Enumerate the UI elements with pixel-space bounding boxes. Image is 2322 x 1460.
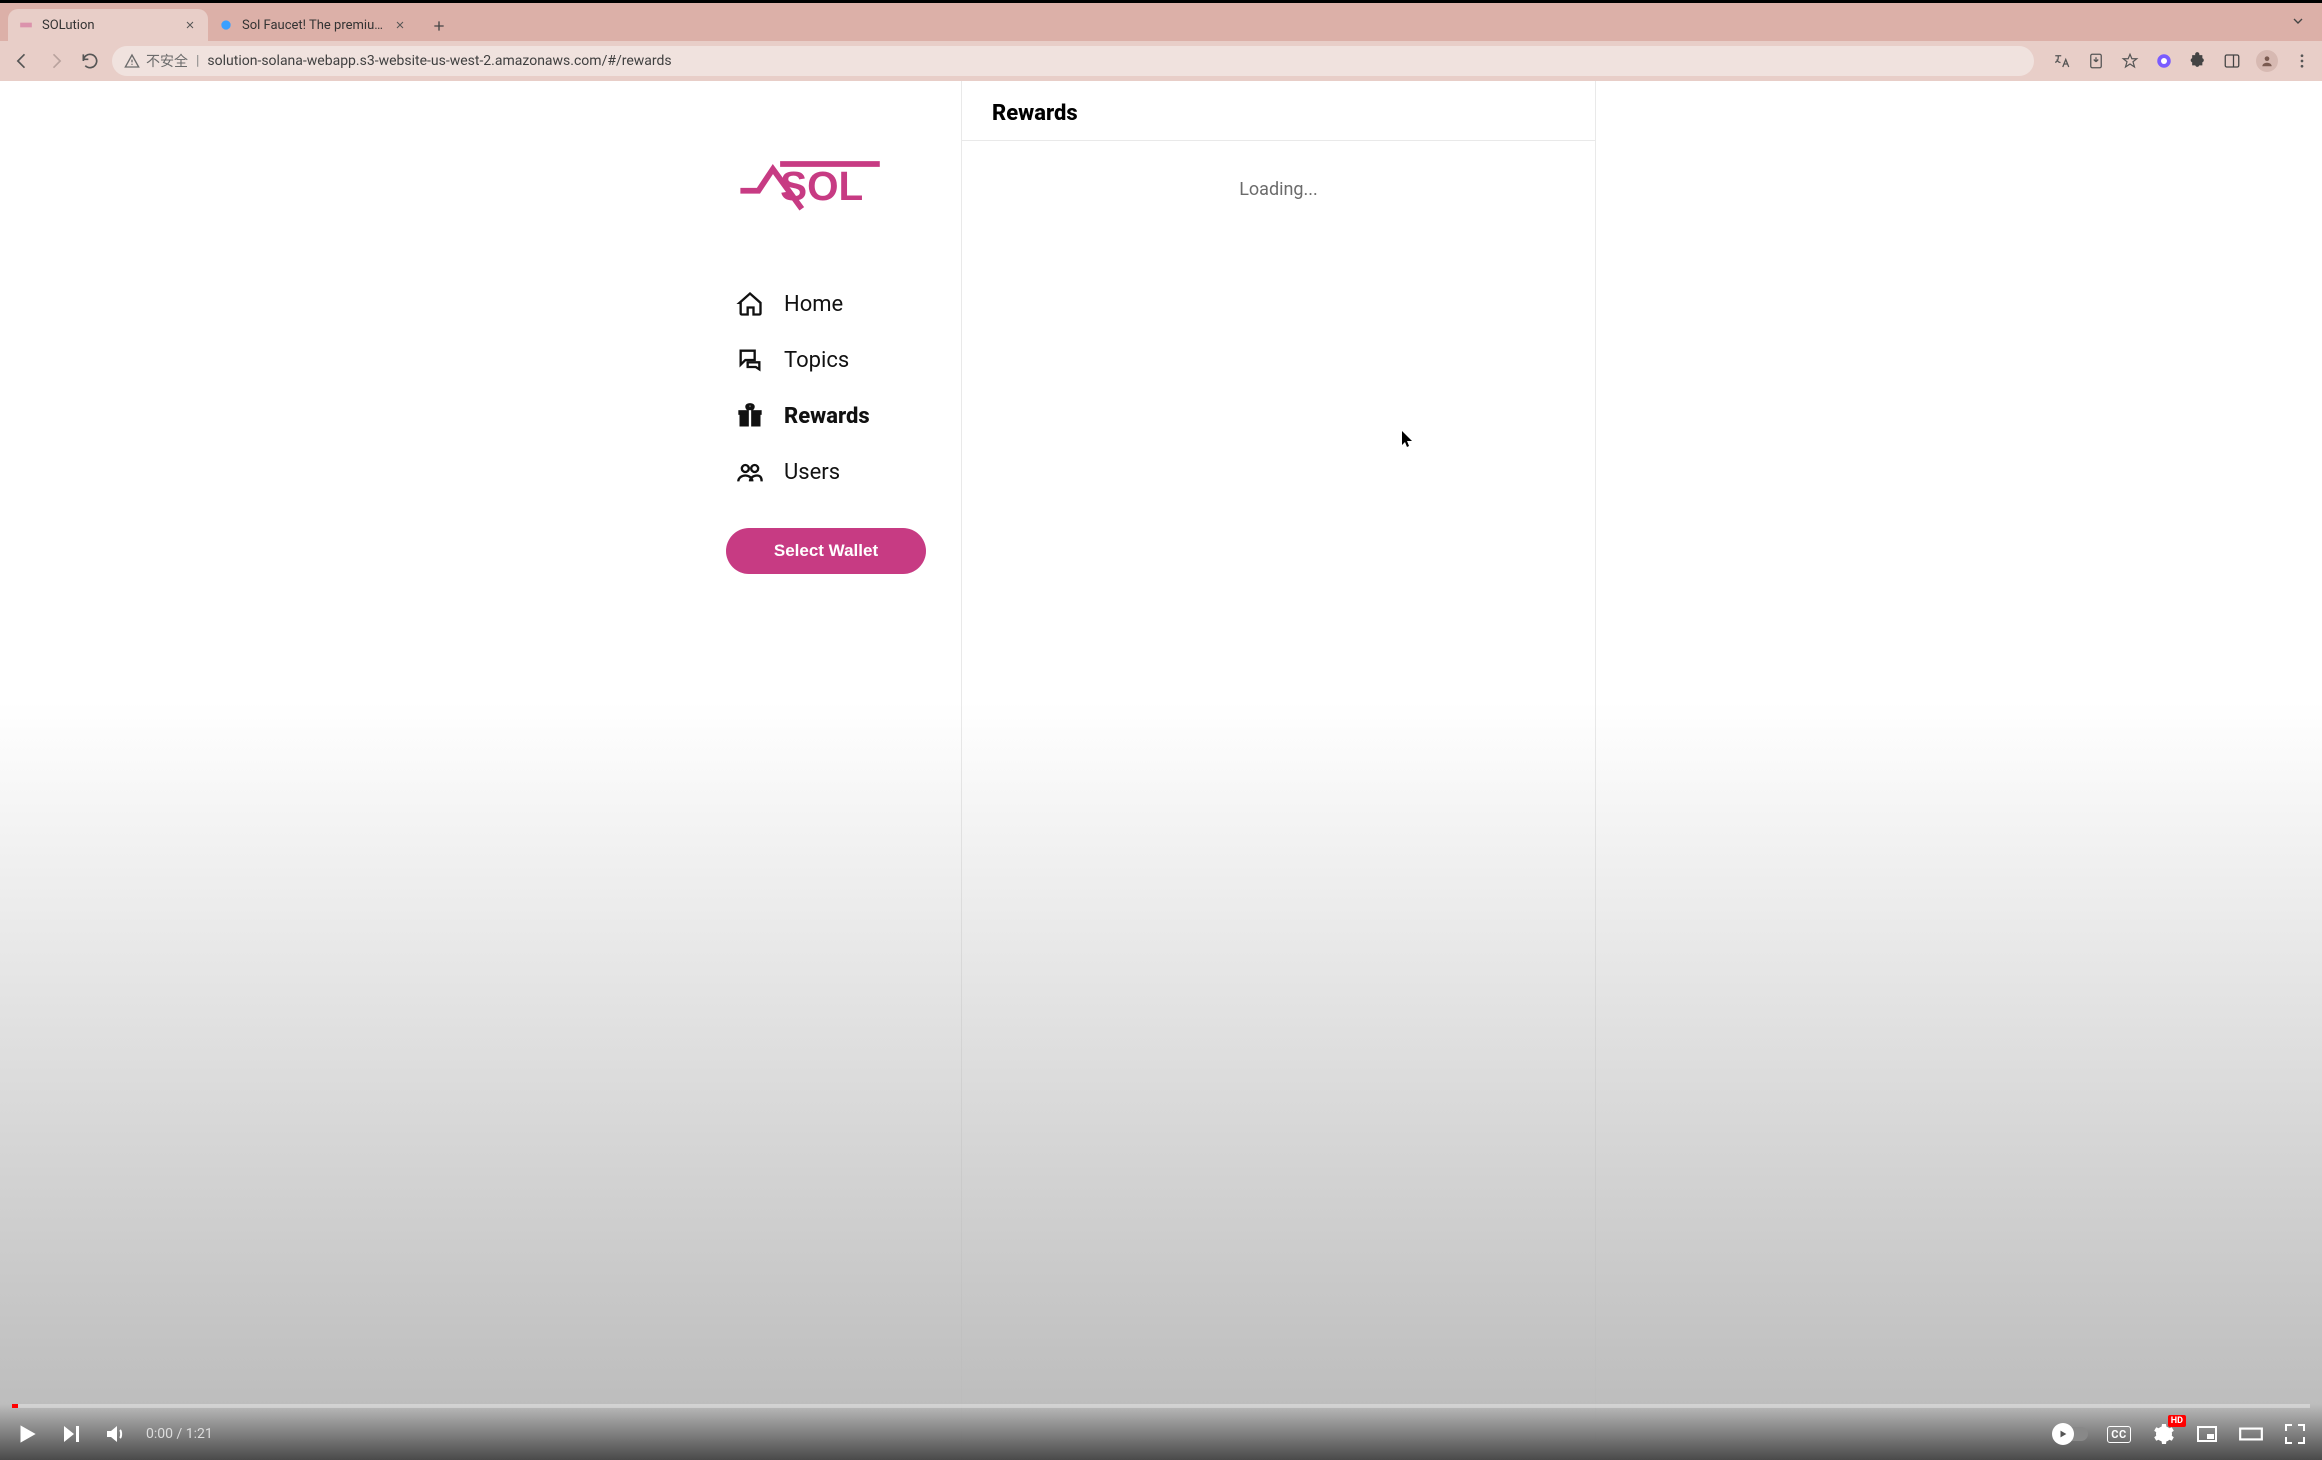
volume-icon[interactable] [102,1421,128,1447]
video-controls-right: CC HD [2054,1421,2308,1447]
main-panel: Rewards Loading... [961,81,1596,1460]
video-duration: 1:21 [186,1426,213,1442]
app-container: SOL Home Topics [726,81,1596,1460]
video-progress-bar[interactable] [12,1404,2310,1408]
tab-title: Sol Faucet! The premium Solan [242,18,384,33]
address-bar[interactable]: 不安全 | solution-solana-webapp.s3-website-… [112,46,2034,76]
close-icon[interactable] [182,17,198,33]
url-text: solution-solana-webapp.s3-website-us-wes… [207,53,2022,69]
insecure-label: 不安全 [146,51,188,71]
video-progress-fill [12,1404,18,1408]
video-current-time: 0:00 [146,1426,173,1442]
gift-icon [736,402,764,430]
logo-text: SOL [780,163,863,209]
users-icon [736,458,764,486]
sidebar-item-topics[interactable]: Topics [726,346,961,374]
kebab-menu-icon[interactable] [2292,51,2312,71]
page-title: Rewards [962,81,1595,141]
bookmark-icon[interactable] [2120,51,2140,71]
sidebar-nav: Home Topics Rewards [726,290,961,486]
sidebar-item-users[interactable]: Users [726,458,961,486]
sidebar-item-label: Rewards [784,404,870,429]
miniplayer-icon[interactable] [2194,1421,2220,1447]
toolbar-actions [2052,50,2312,72]
sidebar-item-label: Topics [784,348,849,373]
video-controls-row: 0:00 / 1:21 CC HD [0,1408,2322,1460]
browser-tab-strip: SOLution Sol Faucet! The premium Solan [0,3,2322,41]
page-viewport: SOL Home Topics [0,81,2322,1460]
autoplay-toggle[interactable] [2054,1427,2088,1441]
extensions-icon[interactable] [2188,51,2208,71]
hd-badge: HD [2168,1415,2186,1427]
fullscreen-icon[interactable] [2282,1421,2308,1447]
forward-button[interactable] [44,49,68,73]
profile-avatar[interactable] [2256,50,2278,72]
theater-mode-icon[interactable] [2238,1421,2264,1447]
chat-icon [736,346,764,374]
browser-toolbar: 不安全 | solution-solana-webapp.s3-website-… [0,41,2322,81]
tab-title: SOLution [42,18,174,33]
side-panel-icon[interactable] [2222,51,2242,71]
extension-circle-icon[interactable] [2154,51,2174,71]
back-button[interactable] [10,49,34,73]
captions-button[interactable]: CC [2106,1421,2132,1447]
browser-tab-inactive[interactable]: Sol Faucet! The premium Solan [208,9,418,41]
sidebar-item-label: Users [784,460,840,485]
autoplay-knob [2052,1423,2074,1445]
reload-button[interactable] [78,49,102,73]
sidebar-item-home[interactable]: Home [726,290,961,318]
home-icon [736,290,764,318]
tab-favicon [218,17,234,33]
tabs-overflow-button[interactable] [2290,13,2306,33]
sidebar-item-label: Home [784,292,843,317]
cc-label: CC [2107,1426,2130,1443]
loading-text: Loading... [962,179,1595,200]
app-logo[interactable]: SOL [726,151,961,220]
url-separator: | [196,53,199,69]
play-icon[interactable] [14,1421,40,1447]
new-tab-button[interactable] [424,11,454,41]
sidebar-item-rewards[interactable]: Rewards [726,402,961,430]
tab-favicon [18,17,34,33]
install-app-icon[interactable] [2086,51,2106,71]
close-icon[interactable] [392,17,408,33]
next-icon[interactable] [58,1421,84,1447]
video-controls: 0:00 / 1:21 CC HD [0,1404,2322,1460]
sidebar: SOL Home Topics [726,81,961,1460]
translate-icon[interactable] [2052,51,2072,71]
browser-tab-active[interactable]: SOLution [8,9,208,41]
time-separator: / [176,1426,185,1442]
video-time: 0:00 / 1:21 [146,1426,213,1442]
settings-icon[interactable]: HD [2150,1421,2176,1447]
select-wallet-button[interactable]: Select Wallet [726,528,926,574]
insecure-site-indicator[interactable]: 不安全 [124,51,188,71]
